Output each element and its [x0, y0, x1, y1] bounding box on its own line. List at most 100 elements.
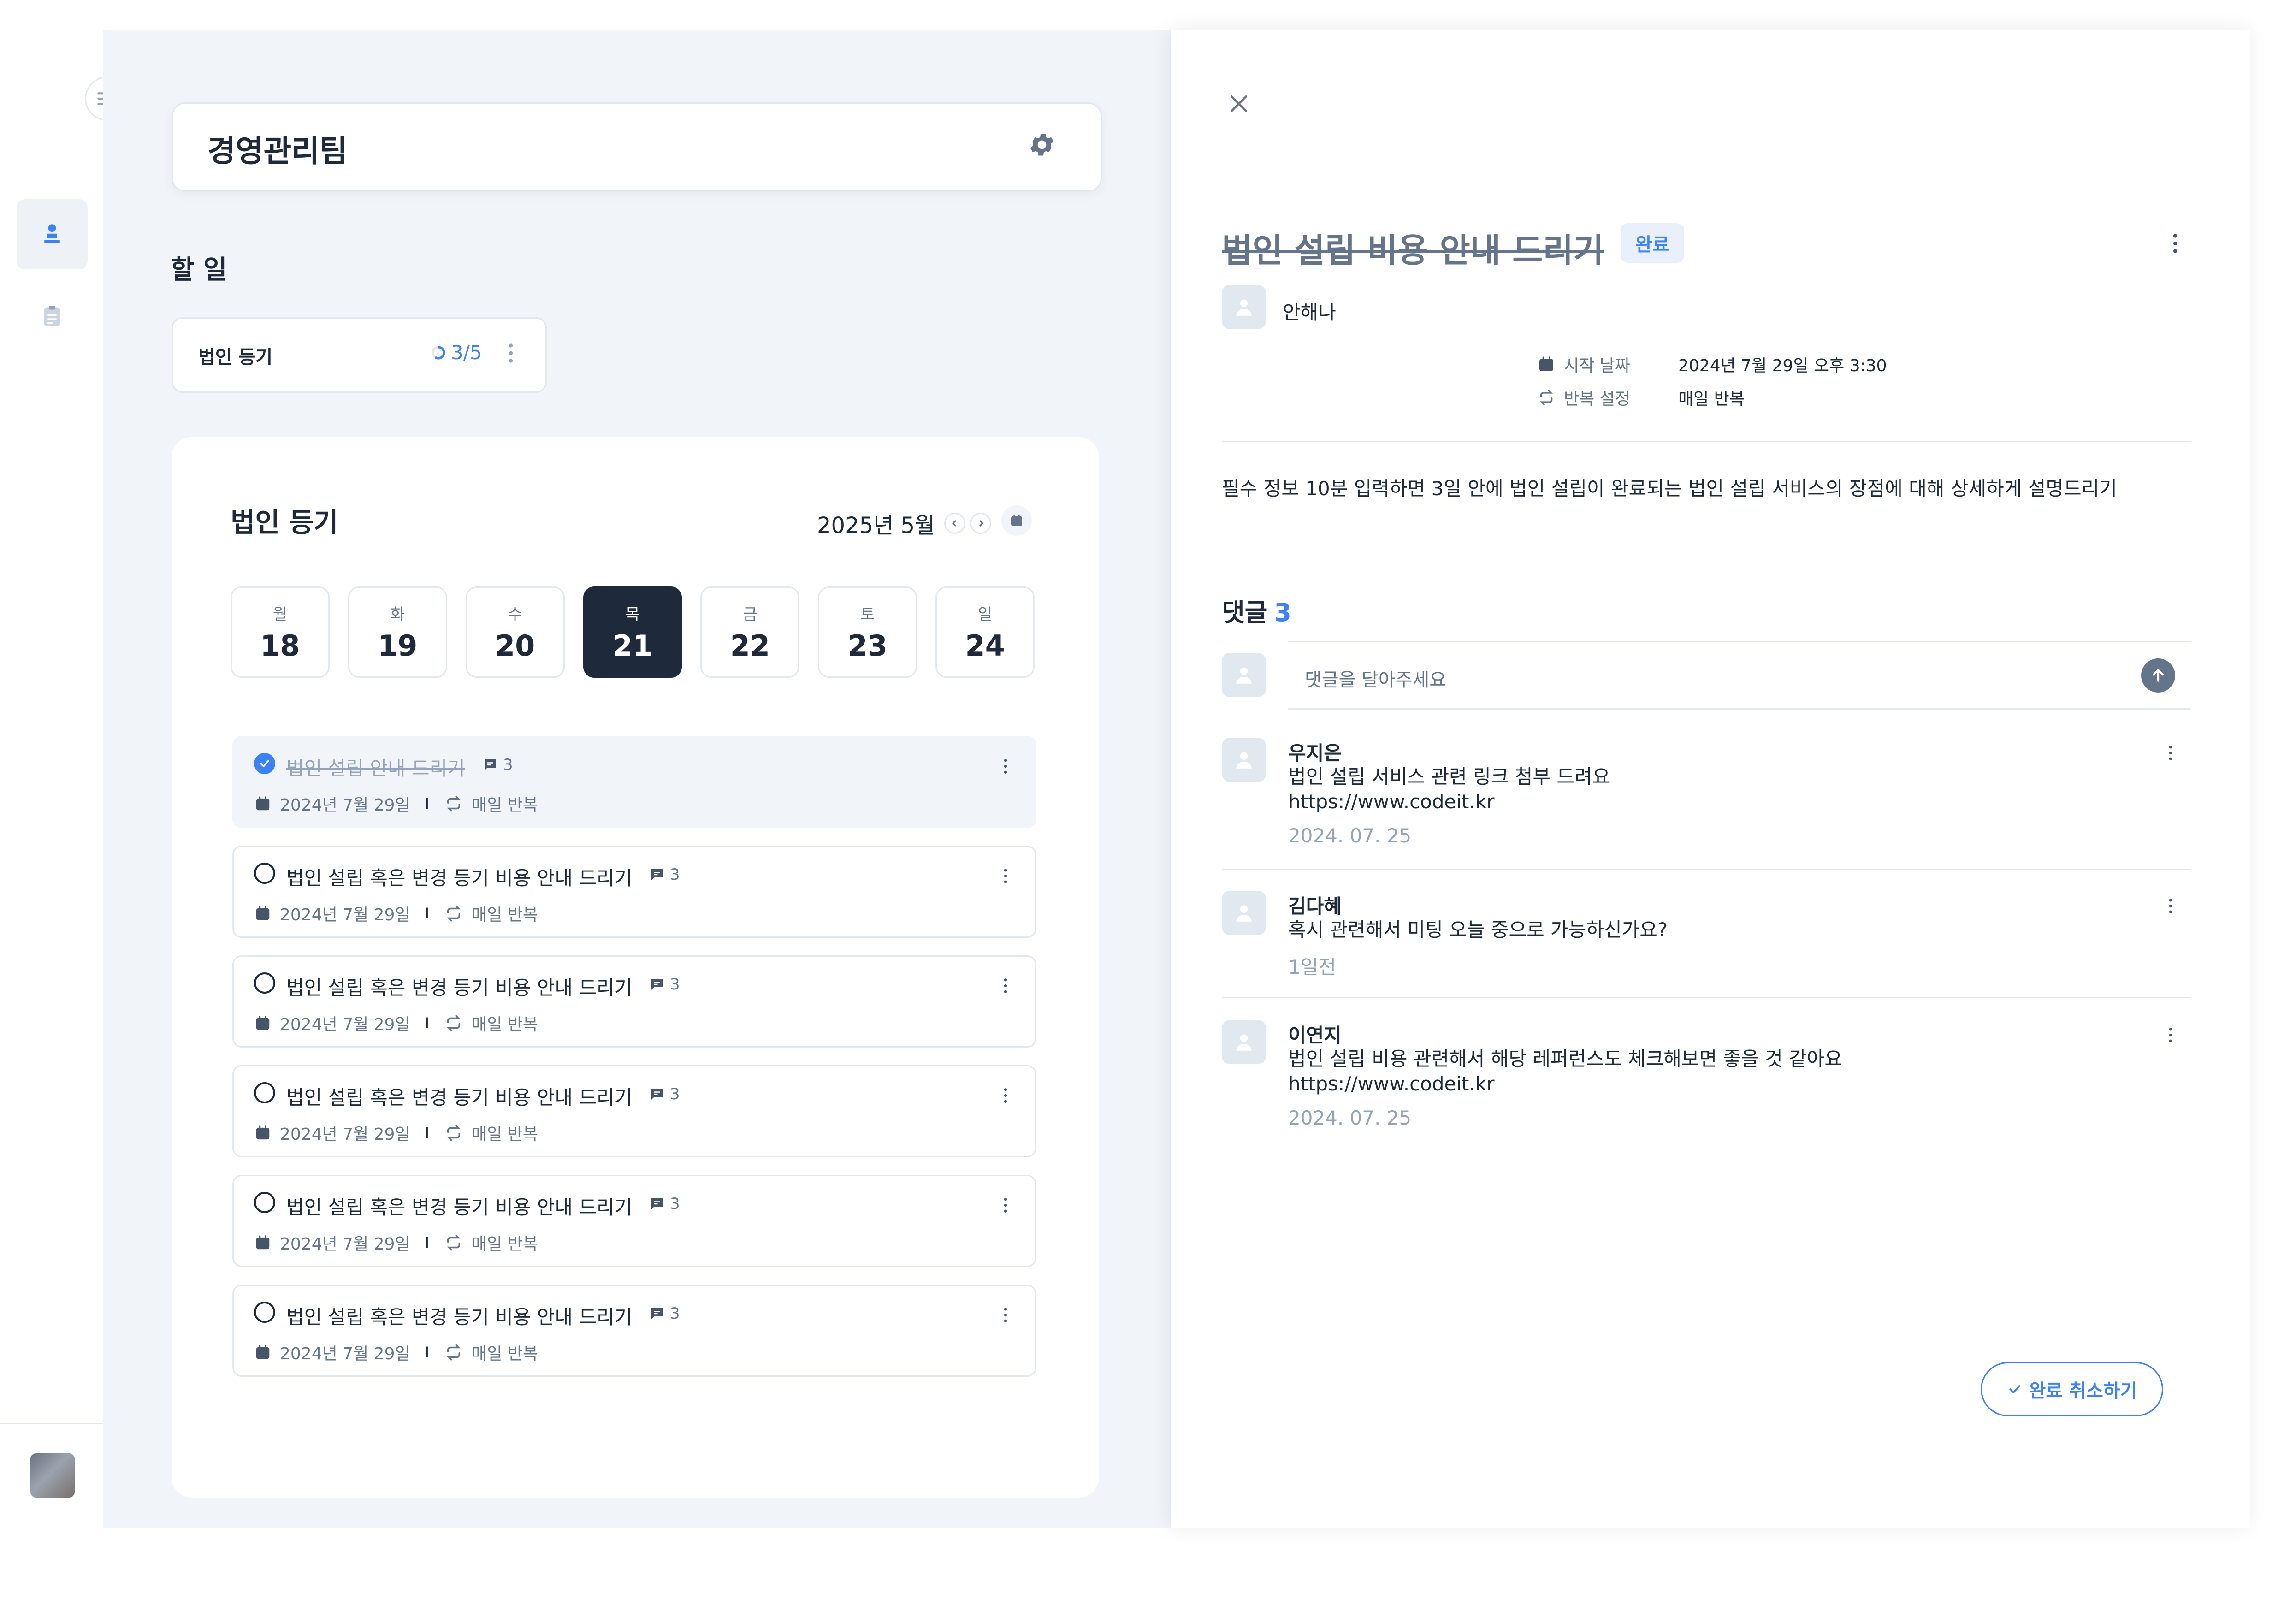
sidebar-divider	[0, 1423, 103, 1424]
day-sat[interactable]: 토 23	[818, 586, 917, 678]
close-drawer-button[interactable]	[1226, 91, 1251, 118]
day-weekday: 토	[860, 605, 875, 624]
check-icon	[2009, 1385, 2020, 1393]
task-name: 법인 설립 혹은 변경 등기 비용 안내 드리기	[286, 977, 633, 999]
comment-count: 3	[503, 756, 513, 774]
comment-count: 3	[670, 1195, 680, 1213]
progress-ring-icon	[432, 346, 445, 359]
comment-menu-button[interactable]	[2168, 898, 2173, 916]
user-avatar[interactable]	[30, 1453, 75, 1498]
comment-line: 혹시 관련해서 미팅 오늘 중으로 가능하신가요?	[1288, 918, 1668, 941]
task-menu-button[interactable]	[1003, 1197, 1008, 1215]
day-number: 23	[847, 629, 888, 663]
task-list-name: 법인 등기	[198, 347, 273, 368]
task-checkbox[interactable]	[254, 1302, 275, 1323]
send-arrow-icon	[2152, 669, 2164, 682]
comment-link[interactable]: https://www.codeit.kr	[1288, 789, 1610, 814]
task-date: 2024년 7월 29일	[280, 1344, 410, 1363]
task-date: 2024년 7월 29일	[280, 796, 410, 815]
task-meta: 2024년 7월 29일 I 매일 반복	[254, 901, 538, 925]
next-month-button[interactable]	[970, 513, 991, 534]
repeat-row: 반복 설정 매일 반복	[1537, 385, 1745, 409]
day-sun[interactable]: 일 24	[935, 586, 1035, 678]
task-comment-count: 3	[649, 1085, 680, 1103]
day-fri[interactable]: 금 22	[700, 586, 800, 678]
meta-separator: I	[425, 905, 430, 922]
comment-divider	[1222, 869, 2191, 870]
day-wed[interactable]: 수 20	[465, 586, 565, 678]
task-name: 법인 설립 혹은 변경 등기 비용 안내 드리기	[286, 1086, 633, 1109]
task-menu-button[interactable]	[1003, 1088, 1008, 1105]
team-name: 경영관리팀	[207, 133, 348, 169]
start-date-value: 2024년 7월 29일 오후 3:30	[1678, 356, 1887, 375]
comment-count: 3	[670, 865, 680, 884]
sidebar-item-tasks[interactable]	[17, 281, 88, 351]
day-tue[interactable]: 화 19	[348, 586, 447, 678]
my-avatar	[1222, 653, 1266, 697]
task-checkbox[interactable]	[254, 753, 275, 774]
kebab-icon	[1004, 869, 1007, 883]
comment-body: 혹시 관련해서 미팅 오늘 중으로 가능하신가요?	[1288, 918, 1668, 942]
undo-complete-button[interactable]: 완료 취소하기	[1981, 1362, 2163, 1416]
check-icon	[260, 760, 270, 767]
comment-count: 3	[670, 1085, 680, 1103]
task-row[interactable]: 법인 설립 혹은 변경 등기 비용 안내 드리기 3 2024년 7월 29일 I 매일…	[232, 1175, 1036, 1267]
task-row[interactable]: 법인 설립 혹은 변경 등기 비용 안내 드리기 3 2024년 7월 29일 I 매일…	[232, 1065, 1036, 1157]
day-mon[interactable]: 월 18	[231, 586, 330, 678]
task-menu-button[interactable]	[1003, 758, 1008, 776]
task-menu-button[interactable]	[1003, 978, 1008, 995]
day-number: 21	[612, 629, 653, 663]
calendar-button[interactable]	[1001, 505, 1032, 536]
comment-link[interactable]: https://www.codeit.kr	[1288, 1072, 1842, 1096]
comment-icon	[651, 1089, 663, 1100]
comment-divider	[1222, 997, 2191, 998]
send-comment-button[interactable]	[2141, 658, 2175, 693]
meta-separator: I	[425, 1124, 430, 1142]
user-icon	[44, 224, 60, 243]
task-date: 2024년 7월 29일	[280, 1015, 410, 1034]
user-placeholder-icon	[1236, 752, 1252, 769]
task-checkbox[interactable]	[254, 1192, 275, 1213]
task-menu-button[interactable]	[1003, 1307, 1008, 1325]
comment-avatar	[1222, 1020, 1266, 1064]
task-row[interactable]: 법인 설립 혹은 변경 등기 비용 안내 드리기 3 2024년 7월 29일 I 매일…	[232, 1285, 1036, 1377]
comment-input[interactable]: 댓글을 달아주세요	[1305, 665, 1446, 692]
prev-month-button[interactable]	[944, 513, 965, 534]
task-row[interactable]: 법인 설립 안내 드리기 3 2024년 7월 29일 I 매일 반복	[232, 736, 1036, 828]
user-placeholder-icon	[1236, 299, 1252, 316]
team-settings-button[interactable]	[1027, 130, 1057, 161]
calendar-icon	[1011, 514, 1022, 526]
kebab-icon	[2169, 746, 2172, 760]
task-menu-button[interactable]	[1003, 868, 1008, 886]
task-checkbox[interactable]	[254, 863, 275, 884]
calendar-icon	[256, 906, 270, 920]
comment-menu-button[interactable]	[2168, 745, 2173, 763]
author-name: 안해나	[1283, 301, 1336, 324]
day-thu-selected[interactable]: 목 21	[583, 586, 682, 678]
comment-author: 우지은	[1288, 742, 1342, 764]
comment-avatar	[1222, 738, 1266, 782]
task-checkbox[interactable]	[254, 972, 275, 994]
task-row[interactable]: 법인 설립 혹은 변경 등기 비용 안내 드리기 3 2024년 7월 29일 I 매일…	[232, 955, 1036, 1048]
task-name: 법인 설립 혹은 변경 등기 비용 안내 드리기	[286, 1306, 633, 1328]
sidebar-item-team[interactable]	[17, 199, 88, 269]
day-weekday: 화	[390, 605, 405, 624]
kebab-icon	[509, 343, 513, 363]
detail-menu-button[interactable]	[2172, 233, 2179, 255]
kebab-icon	[2169, 1028, 2172, 1042]
comment-body: 법인 설립 비용 관련해서 해당 레퍼런스도 체크해보면 좋을 것 같아요 htt…	[1288, 1047, 1842, 1096]
detail-title: 법인 설립 비용 안내 드리기	[1222, 231, 1604, 270]
task-comment-count: 3	[649, 1304, 680, 1323]
kebab-icon	[1004, 1088, 1007, 1103]
task-date: 2024년 7월 29일	[280, 1125, 410, 1144]
start-date-label: 시작 날짜	[1564, 356, 1630, 375]
comment-icon	[651, 979, 663, 990]
close-icon	[1231, 95, 1247, 112]
comment-icon	[485, 759, 496, 770]
repeat-icon	[447, 1344, 461, 1361]
comment-menu-button[interactable]	[2168, 1027, 2173, 1045]
task-checkbox[interactable]	[254, 1082, 275, 1103]
task-list-menu-button[interactable]	[507, 343, 515, 365]
task-meta: 2024년 7월 29일 I 매일 반복	[254, 792, 538, 816]
task-row[interactable]: 법인 설립 혹은 변경 등기 비용 안내 드리기 3 2024년 7월 29일 I 매일…	[232, 846, 1036, 938]
